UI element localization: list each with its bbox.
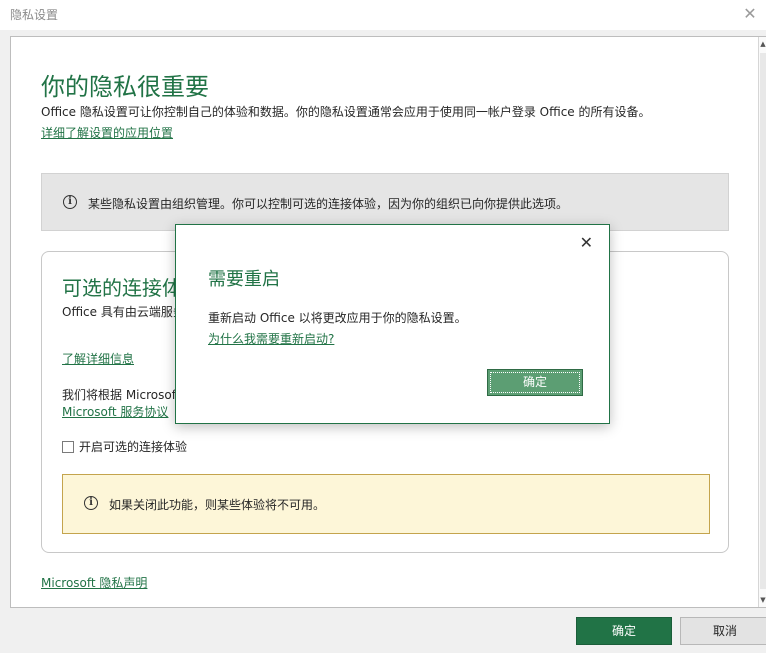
org-notice-text: 某些隐私设置由组织管理。你可以控制可选的连接体验，因为你的组织已向你提供此选项。 bbox=[88, 197, 569, 211]
learn-location-link[interactable]: 详细了解设置的应用位置 bbox=[41, 124, 173, 141]
vertical-scrollbar[interactable]: ▲ ▼ bbox=[758, 37, 766, 607]
dialog-text: 重新启动 Office 以将更改应用于你的隐私设置。 bbox=[208, 311, 467, 325]
service-agreement-link[interactable]: Microsoft 服务协议 bbox=[62, 403, 168, 420]
org-managed-notice: i 某些隐私设置由组织管理。你可以控制可选的连接体验，因为你的组织已向你提供此选… bbox=[41, 173, 729, 231]
dialog-ok-button[interactable]: 确定 bbox=[487, 369, 583, 396]
info-icon: i bbox=[84, 496, 98, 510]
warning-text: 如果关闭此功能，则某些体验将不可用。 bbox=[109, 498, 326, 512]
warning-banner: i 如果关闭此功能，则某些体验将不可用。 bbox=[62, 474, 710, 534]
ok-button[interactable]: 确定 bbox=[576, 617, 672, 645]
scrollbar-thumb[interactable] bbox=[760, 53, 766, 589]
connected-experiences-checkbox[interactable] bbox=[62, 441, 74, 453]
cancel-button[interactable]: 取消 bbox=[680, 617, 766, 645]
privacy-statement-link[interactable]: Microsoft 隐私声明 bbox=[41, 574, 147, 591]
dialog-title: 需要重启 bbox=[208, 269, 280, 290]
close-icon[interactable]: ✕ bbox=[580, 233, 593, 252]
info-icon: i bbox=[63, 195, 77, 209]
window-titlebar: 隐私设置 ✕ bbox=[0, 0, 766, 30]
page-title: 你的隐私很重要 bbox=[41, 73, 209, 101]
window-title: 隐私设置 bbox=[10, 8, 59, 22]
basis-text: 我们将根据 Microsoft bbox=[62, 388, 181, 402]
scroll-up-icon[interactable]: ▲ bbox=[759, 39, 766, 49]
privacy-subtext: Office 隐私设置可让你控制自己的体验和数据。你的隐私设置通常会应用于使用同… bbox=[41, 105, 651, 119]
window-close-icon[interactable]: ✕ bbox=[740, 4, 760, 24]
checkbox-label: 开启可选的连接体验 bbox=[79, 440, 188, 454]
learn-more-link[interactable]: 了解详细信息 bbox=[62, 350, 134, 367]
scroll-down-icon[interactable]: ▼ bbox=[759, 595, 766, 605]
why-restart-link[interactable]: 为什么我需要重新启动? bbox=[208, 330, 334, 347]
connected-experiences-toggle-row[interactable]: 开启可选的连接体验 bbox=[62, 438, 187, 455]
restart-required-dialog: ✕ 需要重启 重新启动 Office 以将更改应用于你的隐私设置。 为什么我需要… bbox=[175, 224, 610, 424]
